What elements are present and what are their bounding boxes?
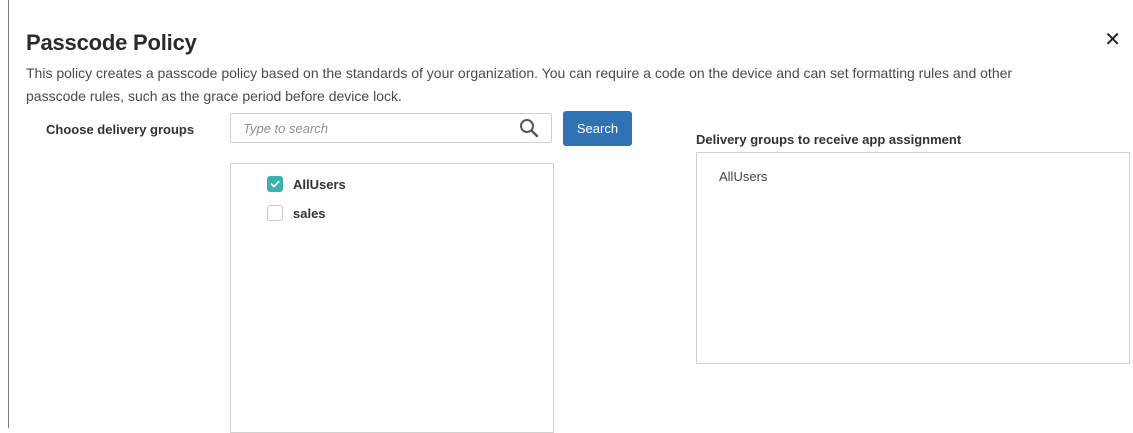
group-item-allusers[interactable]: AllUsers <box>267 175 346 193</box>
dialog-left-border <box>8 0 9 428</box>
checkbox-allusers[interactable] <box>267 176 283 192</box>
search-button[interactable]: Search <box>563 111 632 146</box>
search-box <box>230 113 552 143</box>
group-item-sales[interactable]: sales <box>267 204 326 222</box>
checkbox-sales[interactable] <box>267 205 283 221</box>
group-label-sales: sales <box>293 205 326 221</box>
choose-delivery-groups-label: Choose delivery groups <box>46 122 195 137</box>
close-icon[interactable]: ✕ <box>1104 30 1121 50</box>
policy-description: This policy creates a passcode policy ba… <box>26 65 1013 104</box>
checkmark-icon <box>270 180 280 188</box>
search-input[interactable] <box>243 119 503 137</box>
dialog-title: Passcode Policy <box>26 30 197 55</box>
receive-assignment-list: AllUsers <box>696 152 1130 364</box>
search-icon[interactable] <box>519 118 539 138</box>
receive-item-allusers: AllUsers <box>719 169 768 184</box>
group-label-allusers: AllUsers <box>293 176 346 192</box>
delivery-groups-list: AllUsers sales <box>230 163 554 433</box>
receive-assignment-label: Delivery groups to receive app assignmen… <box>696 132 962 147</box>
